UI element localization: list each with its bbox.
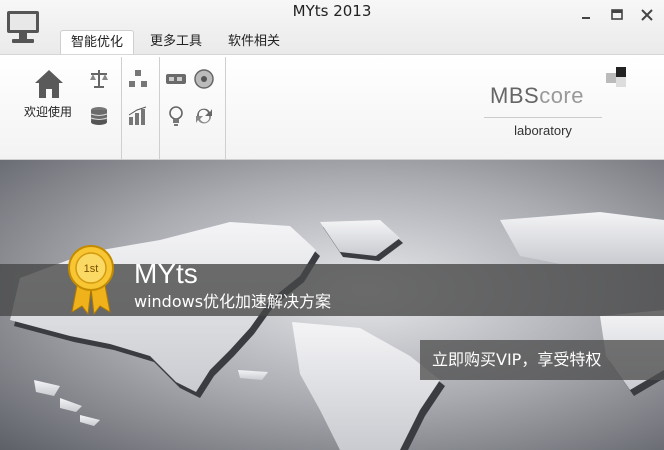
maximize-icon[interactable] — [609, 8, 625, 22]
brand-logo-icon — [606, 67, 626, 87]
ribbon-separator — [225, 57, 226, 161]
tab-more-tools[interactable]: 更多工具 — [142, 30, 210, 54]
title-bar: MYts 2013 智能优化 更多工具 软件相关 — [0, 0, 664, 55]
database-icon[interactable] — [88, 105, 110, 127]
bar-chart-icon[interactable] — [127, 105, 149, 127]
brand-divider — [484, 117, 602, 118]
ribbon-toolbar: 欢迎使用 MBScore laboratory — [0, 54, 664, 161]
promo-banner: 1st MYts windows优化加速解决方案 立即购买VIP，享受特权 — [0, 160, 664, 450]
close-icon[interactable] — [639, 8, 655, 22]
brand-subtitle: laboratory — [514, 123, 572, 138]
brand-wordmark: MBScore — [490, 83, 584, 108]
scale-icon[interactable] — [88, 68, 110, 90]
buy-vip-button[interactable]: 立即购买VIP，享受特权 — [420, 340, 664, 380]
ribbon-separator — [159, 57, 160, 161]
welcome-label: 欢迎使用 — [23, 105, 72, 119]
memory-icon[interactable] — [165, 68, 187, 90]
product-description: windows优化加速解决方案 — [134, 292, 332, 311]
tab-software-related[interactable]: 软件相关 — [220, 30, 288, 54]
ribbon-separator — [121, 57, 122, 161]
window-title: MYts 2013 — [292, 2, 372, 20]
tab-smart-optimize[interactable]: 智能优化 — [60, 30, 134, 55]
home-icon — [35, 70, 63, 98]
refresh-icon[interactable] — [193, 105, 215, 127]
disc-icon[interactable] — [193, 68, 215, 90]
lightbulb-icon[interactable] — [165, 105, 187, 127]
welcome-button[interactable]: 欢迎使用 — [14, 67, 82, 127]
award-medal-icon: 1st — [68, 245, 114, 316]
network-icon[interactable] — [127, 68, 149, 90]
minimize-icon[interactable] — [578, 8, 594, 22]
medal-text: 1st — [84, 263, 99, 275]
product-name: MYts — [134, 258, 198, 289]
